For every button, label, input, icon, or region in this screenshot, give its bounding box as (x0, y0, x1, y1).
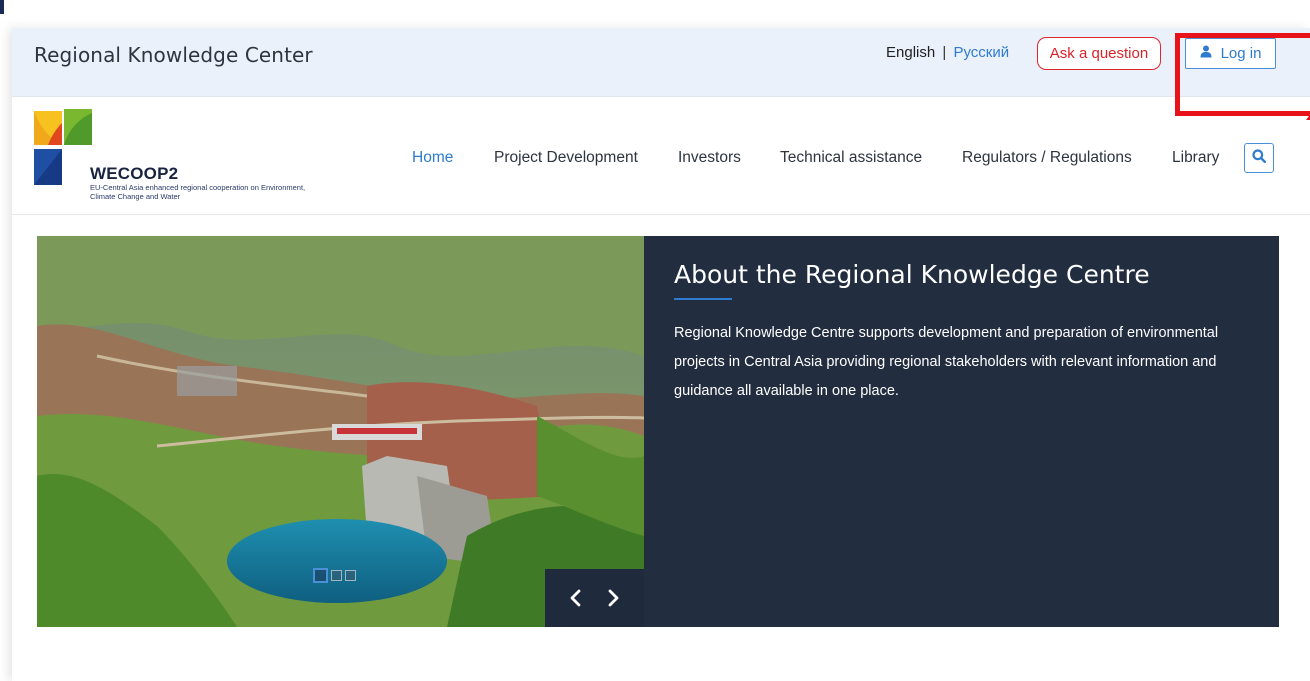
corner-mark (0, 0, 4, 14)
hero-text-panel: About the Regional Knowledge Centre Regi… (644, 236, 1279, 627)
ask-question-button[interactable]: Ask a question (1037, 37, 1161, 70)
slide-dot-1[interactable] (313, 568, 328, 583)
lang-russian[interactable]: Русский (953, 44, 1009, 61)
nav-investors[interactable]: Investors (678, 149, 741, 167)
search-button[interactable] (1244, 143, 1274, 173)
login-button[interactable]: Log in (1185, 38, 1276, 69)
language-switcher: English | Русский (886, 44, 1009, 61)
user-icon (1200, 45, 1212, 62)
lang-separator: | (942, 44, 947, 61)
slide-indicators (313, 568, 356, 583)
logo-mark-icon (34, 109, 92, 185)
logo-name: WECOOP2 (90, 164, 179, 183)
slide-dot-2[interactable] (331, 570, 342, 581)
nav-project-development[interactable]: Project Development (494, 149, 638, 167)
chevron-right-icon (608, 589, 619, 607)
nav-home[interactable]: Home (412, 149, 453, 167)
hero-description: Regional Knowledge Centre supports devel… (674, 325, 1219, 399)
hero-title: About the Regional Knowledge Centre (674, 260, 1150, 289)
nav-technical-assistance[interactable]: Technical assistance (780, 149, 922, 167)
hero-title-underline (674, 298, 732, 300)
top-bar: Regional Knowledge Center English | Русс… (12, 28, 1310, 97)
lang-english[interactable]: English (886, 44, 935, 61)
wecoop2-logo[interactable]: WECOOP2 EU-Central Asia enhanced regiona… (34, 109, 305, 209)
slider-controls (545, 569, 644, 627)
login-label: Log in (1220, 45, 1262, 62)
chevron-left-icon (570, 589, 581, 607)
hero-slider: About the Regional Knowledge Centre Regi… (37, 236, 1279, 627)
logo-tagline: EU-Central Asia enhanced regional cooper… (90, 183, 306, 201)
slide-dot-3[interactable] (345, 570, 356, 581)
slider-next-button[interactable] (601, 586, 625, 610)
main-nav-bar: WECOOP2 EU-Central Asia enhanced regiona… (12, 97, 1310, 215)
search-icon (1252, 148, 1267, 168)
slider-prev-button[interactable] (564, 586, 588, 610)
nav-regulators[interactable]: Regulators / Regulations (962, 149, 1132, 167)
nav-library[interactable]: Library (1172, 149, 1219, 167)
site-title: Regional Knowledge Center (34, 43, 313, 67)
